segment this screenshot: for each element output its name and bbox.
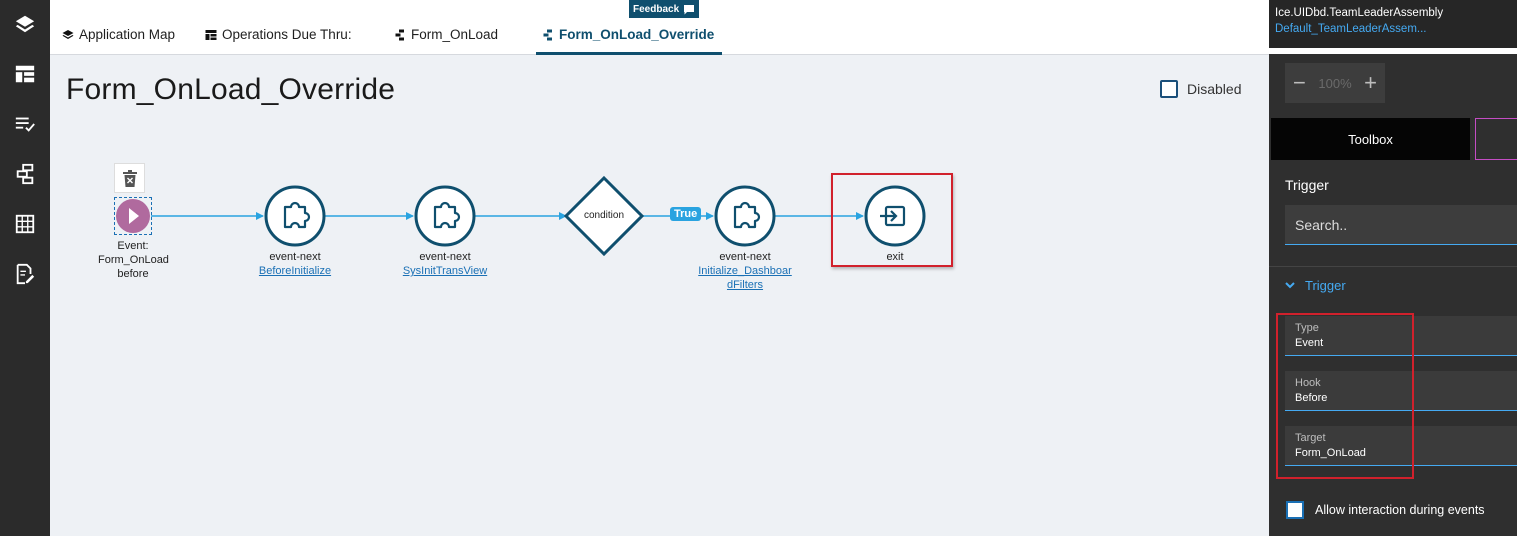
search-input[interactable]: Search.. <box>1285 205 1517 245</box>
node3-label: event-next Initialize_Dashboar dFilters <box>685 250 805 292</box>
properties-panel: Ice.UIDbd.TeamLeaderAssembly Default_Tea… <box>1269 0 1517 536</box>
flow-diagram <box>116 175 926 257</box>
panel-tabs: Toolbox <box>1269 118 1517 160</box>
tab-operations-due-thru[interactable]: Operations Due Thru: <box>205 27 352 55</box>
node-link[interactable]: Initialize_Dashboar <box>685 264 805 278</box>
assembly-name: Ice.UIDbd.TeamLeaderAssembly <box>1275 7 1444 19</box>
grid-icon[interactable] <box>0 204 50 244</box>
trigger-accordion[interactable]: Trigger <box>1285 278 1346 293</box>
true-badge: True <box>670 207 702 221</box>
table-icon <box>205 30 217 40</box>
node-link[interactable]: dFilters <box>685 278 805 292</box>
panel-separator <box>1269 48 1517 54</box>
selection-outline <box>114 197 152 235</box>
tab-properties[interactable] <box>1475 118 1517 160</box>
trash-icon <box>122 169 137 187</box>
event-next-node-beforeinitialize[interactable] <box>264 185 326 247</box>
props-highlight-box <box>1276 313 1414 479</box>
feedback-label: Feedback <box>633 3 680 15</box>
tab-bar: Application Map Operations Due Thru: For… <box>50 0 1269 55</box>
start-label-line: Form_OnLoad <box>98 254 169 266</box>
divider <box>1269 266 1517 267</box>
chevron-down-icon <box>1285 282 1295 289</box>
workflow-icon[interactable] <box>0 154 50 194</box>
checklist-icon[interactable] <box>0 104 50 144</box>
tab-form-onload-override[interactable]: Form_OnLoad_Override <box>536 27 722 55</box>
section-title: Trigger <box>1285 177 1329 193</box>
exit-highlight-box <box>831 173 953 267</box>
feedback-button[interactable]: Feedback <box>629 0 700 18</box>
workflow-icon <box>395 29 404 41</box>
tab-label: Application Map <box>79 27 176 42</box>
condition-label: condition <box>583 210 625 221</box>
workflow-icon <box>543 29 552 41</box>
node-link[interactable]: BeforeInitialize <box>245 264 345 278</box>
tab-form-onload[interactable]: Form_OnLoad <box>394 27 498 55</box>
node1-label: event-next BeforeInitialize <box>245 250 345 278</box>
tab-application-map[interactable]: Application Map <box>62 27 175 55</box>
zoom-control: − 100% + <box>1285 63 1385 103</box>
event-next-node-initialize-dashboard-filters[interactable] <box>714 185 776 247</box>
allow-interaction-toggle[interactable]: Allow interaction during events <box>1286 501 1485 519</box>
assembly-link[interactable]: Default_TeamLeaderAssem... <box>1275 23 1511 35</box>
start-node-label: Event: Form_OnLoad before <box>98 239 169 281</box>
accordion-label: Trigger <box>1305 278 1346 293</box>
tab-label: Form_OnLoad_Override <box>559 27 715 42</box>
start-label-line: before <box>117 268 149 280</box>
table-layout-icon[interactable] <box>0 54 50 94</box>
start-label-line: Event: <box>117 240 149 252</box>
tab-label: Operations Due Thru: <box>222 27 352 42</box>
node-type: event-next <box>419 251 471 263</box>
node-link[interactable]: SysInitTransView <box>385 264 505 278</box>
flow-canvas[interactable]: Form_OnLoad_Override Disabled Event: For… <box>50 55 1269 536</box>
tab-label: Form_OnLoad <box>411 27 499 42</box>
left-rail <box>0 0 50 536</box>
node-type: event-next <box>269 251 321 263</box>
layers-icon[interactable] <box>0 4 50 44</box>
delete-button[interactable] <box>114 163 145 193</box>
zoom-out-button[interactable]: − <box>1293 70 1306 96</box>
node2-label: event-next SysInitTransView <box>385 250 505 278</box>
zoom-in-button[interactable]: + <box>1364 70 1377 96</box>
allow-interaction-checkbox[interactable] <box>1286 501 1304 519</box>
tab-toolbox[interactable]: Toolbox <box>1271 118 1470 160</box>
panel-header: Ice.UIDbd.TeamLeaderAssembly Default_Tea… <box>1269 0 1517 48</box>
edit-doc-icon[interactable] <box>0 254 50 294</box>
event-next-node-sysinittransview[interactable] <box>414 185 476 247</box>
comment-icon <box>684 4 695 14</box>
allow-interaction-label: Allow interaction during events <box>1315 503 1485 517</box>
zoom-level: 100% <box>1318 75 1352 91</box>
node-type: event-next <box>719 251 771 263</box>
layers-icon <box>62 30 74 39</box>
